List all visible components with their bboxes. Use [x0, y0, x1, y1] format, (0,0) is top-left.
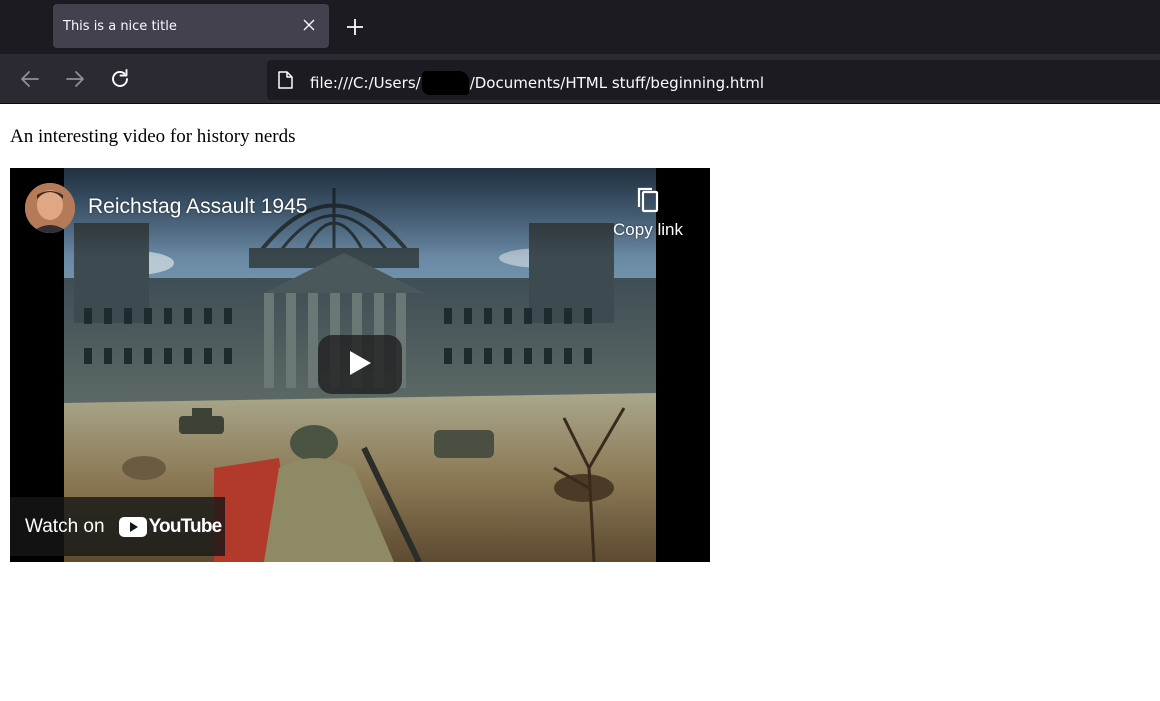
youtube-logo: YouTube — [118, 515, 223, 538]
play-button[interactable] — [318, 335, 402, 394]
tab-title: This is a nice title — [63, 18, 177, 34]
youtube-embed[interactable]: Reichstag Assault 1945 Copy link Watch o… — [10, 168, 710, 562]
copy-link-label: Copy link — [613, 220, 683, 239]
url-suffix: /Documents/HTML stuff/beginning.html — [469, 74, 765, 92]
url-prefix: file:///C:/Users/ — [310, 74, 421, 92]
copy-icon — [635, 186, 661, 214]
copy-link-button[interactable]: Copy link — [606, 186, 690, 246]
watch-on-youtube-button[interactable]: Watch on YouTube — [10, 497, 225, 556]
tab-strip: This is a nice title — [0, 0, 1160, 54]
active-tab[interactable]: This is a nice title — [53, 4, 329, 48]
arrow-right-icon[interactable] — [62, 66, 88, 92]
url-text[interactable]: file:///C:/Users/ /Documents/HTML stuff/… — [310, 71, 764, 95]
redacted-username — [421, 71, 469, 95]
youtube-label: YouTube — [148, 515, 223, 537]
plus-icon[interactable] — [343, 15, 367, 39]
arrow-left-icon[interactable] — [17, 66, 43, 92]
watch-on-label: Watch on — [25, 515, 105, 537]
navigation-bar: file:///C:/Users/ /Documents/HTML stuff/… — [0, 54, 1160, 104]
page-heading: An interesting video for history nerds — [10, 126, 296, 147]
page-icon — [277, 71, 293, 89]
reload-icon[interactable] — [107, 66, 133, 92]
play-icon — [347, 349, 373, 381]
page-content: An interesting video for history nerds R… — [0, 105, 1160, 701]
avatar[interactable] — [25, 183, 75, 233]
address-bar[interactable]: file:///C:/Users/ /Documents/HTML stuff/… — [267, 60, 1160, 100]
youtube-play-icon — [118, 516, 147, 537]
close-icon[interactable] — [301, 17, 317, 33]
video-title[interactable]: Reichstag Assault 1945 — [88, 195, 307, 219]
